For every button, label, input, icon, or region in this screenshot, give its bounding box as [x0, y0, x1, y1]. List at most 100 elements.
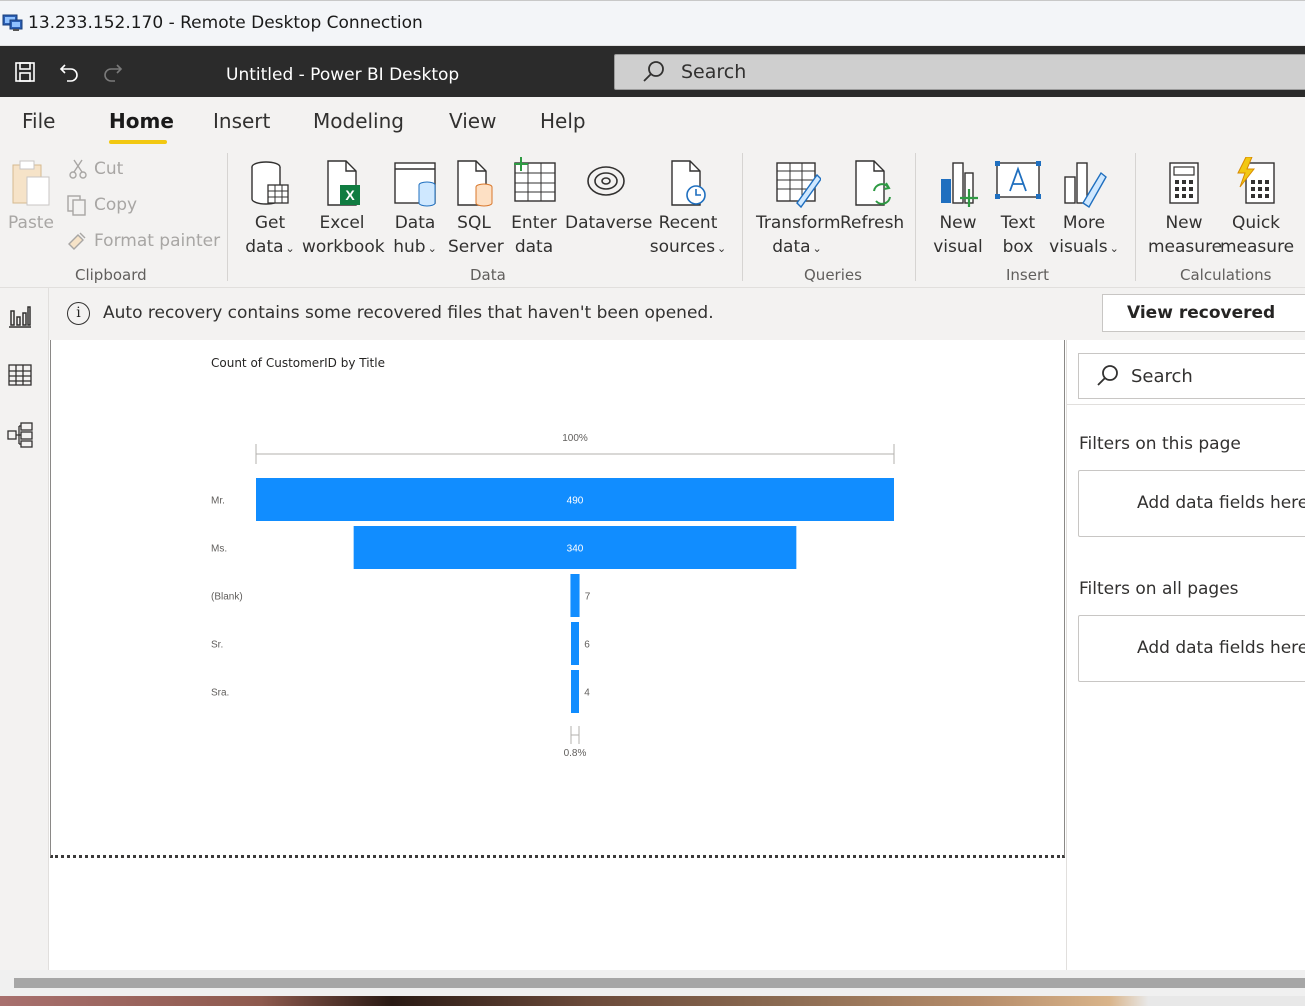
- rdp-title-bar: 13.233.152.170 - Remote Desktop Connecti…: [0, 0, 1305, 46]
- transform-data-button[interactable]: Transform data ⌄: [756, 159, 841, 261]
- chevron-down-icon: ⌄: [285, 242, 295, 255]
- recent-label-1: Recent: [658, 213, 718, 233]
- transform-label-1: Transform: [756, 213, 841, 233]
- funnel-bar[interactable]: [570, 574, 580, 617]
- queries-group-label: Queries: [804, 266, 862, 284]
- new-visual-label-1: New: [939, 213, 977, 233]
- view-switcher: [0, 288, 49, 978]
- enter-data-button[interactable]: Enter data: [508, 157, 560, 259]
- excel-icon: X: [327, 160, 360, 206]
- tab-insert[interactable]: Insert: [213, 109, 270, 133]
- funnel-bar[interactable]: [571, 622, 579, 665]
- transform-data-icon: [776, 162, 821, 209]
- enter-data-label-2: data: [514, 237, 554, 257]
- quick-measure-button[interactable]: Quick measure: [1220, 157, 1295, 259]
- auto-recovery-message: Auto recovery contains some recovered fi…: [103, 303, 714, 323]
- filters-search-placeholder: Search: [1131, 365, 1193, 387]
- view-recovered-files-button[interactable]: View recovered files: [1102, 294, 1305, 359]
- enter-data-icon: [514, 157, 556, 202]
- bottom-percentage-label: 0.8%: [564, 748, 587, 759]
- active-tab-indicator: [109, 140, 167, 144]
- ribbon: Paste Cut Copy Format painter Clipboard …: [0, 147, 1305, 288]
- funnel-data-label: 340: [567, 544, 584, 555]
- tab-view[interactable]: View: [449, 109, 496, 133]
- report-view-icon[interactable]: [7, 303, 33, 329]
- text-box-icon: [995, 161, 1041, 199]
- funnel-data-label: 4: [584, 688, 590, 699]
- more-visuals-button[interactable]: More visuals ⌄: [1049, 159, 1119, 261]
- funnel-data-label: 6: [584, 640, 590, 651]
- refresh-button[interactable]: Refresh: [840, 159, 904, 235]
- get-data-button[interactable]: Get data ⌄: [241, 159, 299, 261]
- sql-label-2: Server: [448, 237, 504, 257]
- model-view-icon[interactable]: [7, 422, 33, 448]
- tab-home[interactable]: Home: [109, 109, 174, 133]
- scrollbar-thumb[interactable]: [14, 978, 1305, 988]
- quick-measure-label-2: measure: [1220, 237, 1295, 257]
- title-search-box[interactable]: Search: [614, 54, 1305, 90]
- new-visual-button[interactable]: New visual: [932, 159, 984, 259]
- data-hub-label-2: hub: [393, 237, 426, 257]
- copy-icon: [67, 195, 86, 216]
- redo-button[interactable]: [99, 58, 127, 86]
- calculator-icon: [1169, 162, 1199, 204]
- funnel-category-label: Mr.: [211, 496, 225, 507]
- ribbon-tabs: File Home Insert Modeling View Help: [0, 97, 1305, 147]
- insert-group-label: Insert: [1006, 266, 1050, 284]
- tab-help[interactable]: Help: [540, 109, 586, 133]
- save-button[interactable]: [11, 58, 39, 86]
- quick-measure-label-1: Quick: [1231, 213, 1281, 233]
- svg-text:X: X: [345, 187, 355, 203]
- save-icon: [15, 62, 35, 82]
- chevron-down-icon: ⌄: [1109, 242, 1119, 255]
- all-pages-filters-drop-well[interactable]: Add data fields here: [1078, 615, 1305, 682]
- excel-label-1: Excel: [319, 213, 365, 233]
- refresh-label: Refresh: [840, 213, 905, 233]
- horizontal-scrollbar[interactable]: [0, 970, 1305, 996]
- top-percentage-label: 100%: [562, 433, 588, 444]
- filters-pane: Search Filters on this page Add data fie…: [1066, 340, 1305, 970]
- format-painter-icon: [68, 232, 86, 250]
- data-hub-button[interactable]: Data hub ⌄: [387, 159, 443, 261]
- quick-measure-icon: [1237, 157, 1275, 204]
- title-search-placeholder: Search: [681, 61, 747, 83]
- sql-server-button[interactable]: SQL Server: [448, 159, 504, 259]
- dataverse-button[interactable]: Dataverse: [565, 159, 652, 235]
- clipboard-group-label: Clipboard: [75, 266, 147, 284]
- app-title-bar: Untitled - Power BI Desktop Search: [0, 46, 1305, 97]
- new-measure-button[interactable]: New measure: [1148, 159, 1223, 259]
- enter-data-label-1: Enter: [511, 213, 557, 233]
- chevron-down-icon: ⌄: [427, 242, 437, 255]
- undo-button[interactable]: [55, 58, 83, 86]
- recent-sources-button[interactable]: Recent sources ⌄: [648, 159, 728, 261]
- excel-workbook-button[interactable]: X Excel workbook: [302, 159, 385, 259]
- info-icon: i: [67, 302, 90, 325]
- copy-label: Copy: [94, 195, 138, 215]
- table-view-icon[interactable]: [7, 362, 33, 388]
- rdp-window-title: 13.233.152.170 - Remote Desktop Connecti…: [28, 13, 423, 33]
- filters-on-all-pages-heading: Filters on all pages: [1079, 579, 1239, 599]
- funnel-chart[interactable]: 100% Mr. 490 Ms. 340 (Blank) 7 Sr. 6 Sra. 4 0.8%: [51, 340, 1066, 840]
- report-page: Count of CustomerID by Title 100% Mr. 490 M…: [50, 340, 1065, 858]
- funnel-bar[interactable]: [571, 670, 579, 713]
- text-box-button[interactable]: Text box: [992, 159, 1044, 259]
- paste-icon: [12, 160, 50, 206]
- new-visual-label-2: visual: [933, 237, 983, 257]
- new-measure-label-1: New: [1165, 213, 1203, 233]
- more-visuals-icon: [1064, 162, 1107, 208]
- cut-button[interactable]: Cut: [68, 158, 123, 180]
- chevron-down-icon: ⌄: [812, 242, 822, 255]
- funnel-data-label: 7: [585, 592, 591, 603]
- page-filters-drop-well[interactable]: Add data fields here: [1078, 470, 1305, 537]
- excel-label-2: workbook: [302, 237, 385, 257]
- filters-search-box[interactable]: Search: [1078, 353, 1305, 399]
- paste-label: Paste: [8, 213, 54, 233]
- get-data-label-2: data: [245, 237, 284, 257]
- format-painter-button[interactable]: Format painter: [66, 230, 220, 252]
- sql-label-1: SQL: [457, 213, 491, 233]
- paste-button[interactable]: Paste: [6, 159, 56, 235]
- copy-button[interactable]: Copy: [66, 194, 137, 216]
- tab-file[interactable]: File: [22, 109, 55, 133]
- tab-modeling[interactable]: Modeling: [313, 109, 404, 133]
- new-measure-label-2: measure: [1148, 237, 1223, 257]
